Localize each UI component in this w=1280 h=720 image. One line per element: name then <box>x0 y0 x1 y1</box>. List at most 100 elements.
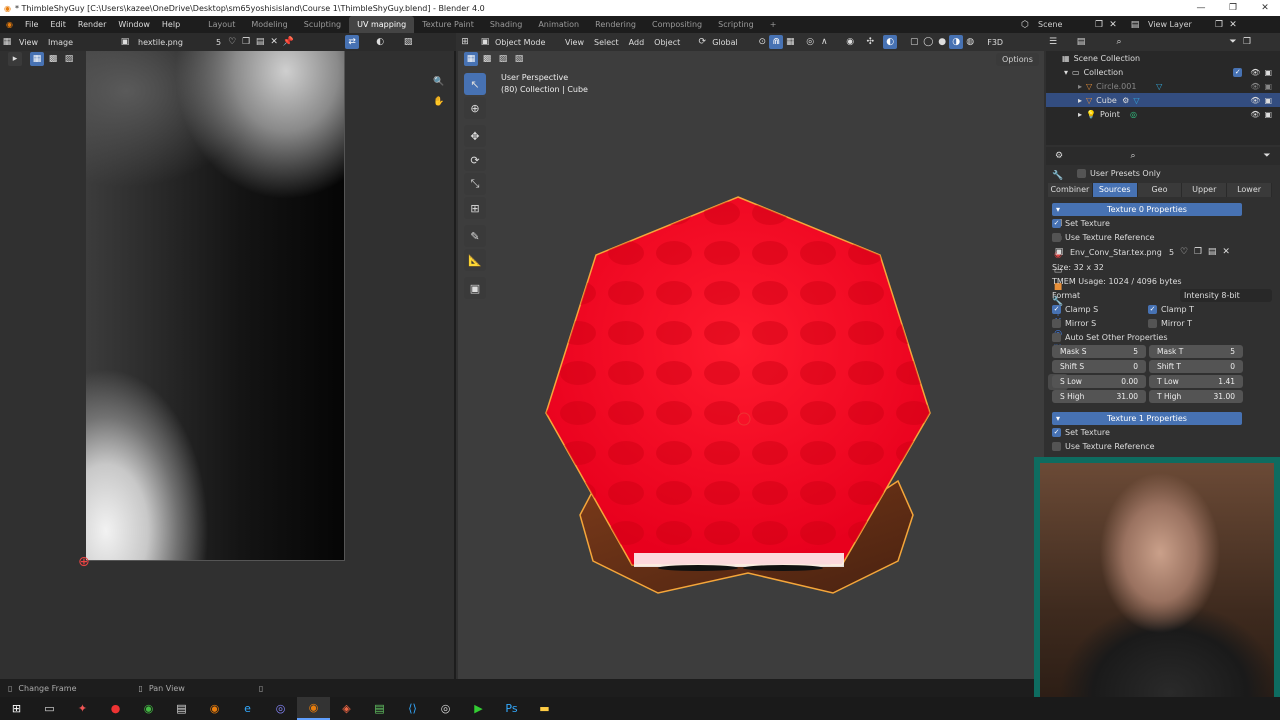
collection-checkbox[interactable]: ✓ <box>1233 67 1243 77</box>
start-button-icon[interactable]: ⊞ <box>0 697 33 720</box>
menu-render[interactable]: Render <box>72 16 112 33</box>
tab-sculpting[interactable]: Sculpting <box>296 16 349 33</box>
image-browse-icon[interactable]: ▣ <box>118 35 132 49</box>
select-box-icon[interactable]: ▦ <box>30 52 44 66</box>
s-high-field[interactable]: S High 31.00 <box>1052 390 1146 403</box>
select-extend-icon[interactable]: ▩ <box>46 52 60 66</box>
tab-uv-mapping[interactable]: UV mapping <box>349 16 415 33</box>
tab-scripting[interactable]: Scripting <box>710 16 762 33</box>
tab-modeling[interactable]: Modeling <box>243 16 295 33</box>
tab-combiner[interactable]: Combiner <box>1048 183 1093 197</box>
tab-lower[interactable]: Lower <box>1227 183 1272 197</box>
menu-window[interactable]: Window <box>112 16 156 33</box>
texture0-header[interactable]: ▾ Texture 0 Properties <box>1052 203 1242 216</box>
file-explorer-icon[interactable]: ▬ <box>528 697 561 720</box>
editor-type-icon[interactable]: ▦ <box>0 35 14 49</box>
texture-image-users[interactable]: 5 <box>1166 248 1177 257</box>
image-browse-icon[interactable]: ▣ <box>1052 245 1066 259</box>
eye-icon[interactable]: 👁 <box>1250 96 1260 105</box>
format-select[interactable]: Intensity 8-bit <box>1180 288 1272 302</box>
tab-sources[interactable]: Sources <box>1092 183 1138 197</box>
discord-icon[interactable]: ◎ <box>264 697 297 720</box>
chrome-icon[interactable]: ◉ <box>132 697 165 720</box>
close-button[interactable]: ✕ <box>1250 0 1280 16</box>
app-icon-mario[interactable]: ● <box>99 697 132 720</box>
scene-name[interactable]: Scene <box>1032 20 1092 29</box>
filter-icon[interactable]: ⏷ <box>1226 35 1240 49</box>
open-image-icon[interactable]: ▤ <box>253 35 267 49</box>
fake-user-icon[interactable]: ♡ <box>1177 245 1191 259</box>
menu-file[interactable]: File <box>19 16 44 33</box>
set-texture1-checkbox[interactable]: ✓ <box>1052 427 1061 437</box>
obs-icon[interactable]: ◎ <box>429 697 462 720</box>
clamp-s-checkbox[interactable]: ✓ <box>1052 304 1061 314</box>
tab-compositing[interactable]: Compositing <box>644 16 710 33</box>
outliner-row-circle[interactable]: ▸ ▽ Circle.001 ▽ 👁 ▣ <box>1046 79 1280 93</box>
s-low-field[interactable]: S Low 0.00 <box>1052 375 1146 388</box>
user-presets-row[interactable]: User Presets Only <box>1072 166 1272 180</box>
auto-set-checkbox[interactable] <box>1052 332 1061 342</box>
camera-icon[interactable]: ▣ <box>1264 96 1272 105</box>
set-texture-row[interactable]: ✓ Set Texture <box>1052 216 1272 230</box>
mirror-s-checkbox[interactable] <box>1052 318 1061 328</box>
menu-view[interactable]: View <box>14 38 43 47</box>
uv-sync-icon[interactable]: ⇄ <box>345 35 360 49</box>
use-texture-ref-checkbox[interactable] <box>1052 232 1061 242</box>
blender-active-icon[interactable]: ◉ <box>297 697 330 720</box>
tab-geo[interactable]: Geo <box>1137 183 1183 197</box>
select-subtract-icon[interactable]: ▨ <box>62 52 76 66</box>
image-users-count[interactable]: 5 <box>212 38 225 47</box>
new-image-icon[interactable]: ❐ <box>239 35 253 49</box>
set-texture-checkbox[interactable]: ✓ <box>1052 218 1061 228</box>
outliner-row-scene-collection[interactable]: ▦ Scene Collection <box>1046 51 1280 65</box>
shift-t-field[interactable]: Shift T0 <box>1149 360 1243 373</box>
display-mode-icon[interactable]: ▤ <box>1074 35 1088 49</box>
image-name-field[interactable]: hextile.png <box>132 38 212 47</box>
display-channels-icon[interactable]: ▧ <box>401 35 415 49</box>
expand-arrow-icon[interactable]: ▸ <box>1078 110 1082 119</box>
photoshop-icon[interactable]: Ps <box>495 697 528 720</box>
eye-icon[interactable]: 👁 <box>1250 82 1260 91</box>
tab-upper[interactable]: Upper <box>1182 183 1228 197</box>
clamp-t-checkbox[interactable]: ✓ <box>1148 304 1157 314</box>
notepad-icon[interactable]: ▤ <box>363 697 396 720</box>
new-collection-icon[interactable]: ❐ <box>1240 35 1254 49</box>
t-low-field[interactable]: T Low 1.41 <box>1149 375 1243 388</box>
user-presets-checkbox[interactable] <box>1077 168 1086 178</box>
search-icon[interactable]: ⌕ <box>1126 149 1140 163</box>
view-layer-close-icon[interactable]: ✕ <box>1226 18 1240 32</box>
texture-image-name[interactable]: Env_Conv_Star.tex.png <box>1066 248 1166 257</box>
fake-user-icon[interactable]: ♡ <box>225 35 239 49</box>
3d-viewport[interactable]: ⊞ ▣ Object Mode View Select Add Object ⟳… <box>458 33 1044 679</box>
blender-menu-icon[interactable]: ◉ <box>0 16 19 33</box>
shyguy-model[interactable] <box>458 33 1044 679</box>
outliner-row-cube[interactable]: ▸ ▽ Cube ⚙ ▽ 👁 ▣ <box>1046 93 1280 107</box>
maximize-button[interactable]: ❐ <box>1218 0 1248 16</box>
search-icon[interactable]: ⌕ <box>1112 35 1126 49</box>
pan-hand-icon[interactable]: ✋ <box>432 95 446 109</box>
outliner-row-collection[interactable]: ▾ ▭ Collection ✓ 👁 ▣ <box>1046 65 1280 79</box>
outliner-row-point[interactable]: ▸ 💡 Point ◎ 👁 ▣ <box>1046 107 1280 121</box>
terminal-icon[interactable]: ▤ <box>165 697 198 720</box>
open-image-icon[interactable]: ▤ <box>1205 245 1219 259</box>
t-high-field[interactable]: T High 31.00 <box>1149 390 1243 403</box>
cursor-tool-icon[interactable]: ▸ <box>8 52 22 66</box>
zoom-icon[interactable]: 🔍 <box>432 75 446 89</box>
menu-image[interactable]: Image <box>43 38 78 47</box>
add-workspace-button[interactable]: + <box>762 16 785 33</box>
unlink-image-icon[interactable]: ✕ <box>267 35 281 49</box>
camera-icon[interactable]: ▣ <box>1264 110 1272 119</box>
texture1-header[interactable]: ▾ Texture 1 Properties <box>1052 412 1242 425</box>
eye-icon[interactable]: 👁 <box>1250 110 1260 119</box>
scene-copy-icon[interactable]: ❐ <box>1092 18 1106 32</box>
task-view-icon[interactable]: ▭ <box>33 697 66 720</box>
expand-arrow-icon[interactable]: ▾ <box>1064 68 1068 77</box>
auto-set-row[interactable]: Auto Set Other Properties <box>1052 330 1272 344</box>
eye-icon[interactable]: 👁 <box>1250 68 1260 77</box>
texture-preview[interactable] <box>86 51 345 561</box>
blender-icon[interactable]: ◉ <box>198 697 231 720</box>
app-icon-1[interactable]: ✦ <box>66 697 99 720</box>
options-icon[interactable]: ⏷ <box>1260 149 1274 163</box>
set-texture1-row[interactable]: ✓ Set Texture <box>1052 425 1272 439</box>
camera-icon[interactable]: ▣ <box>1264 68 1272 77</box>
